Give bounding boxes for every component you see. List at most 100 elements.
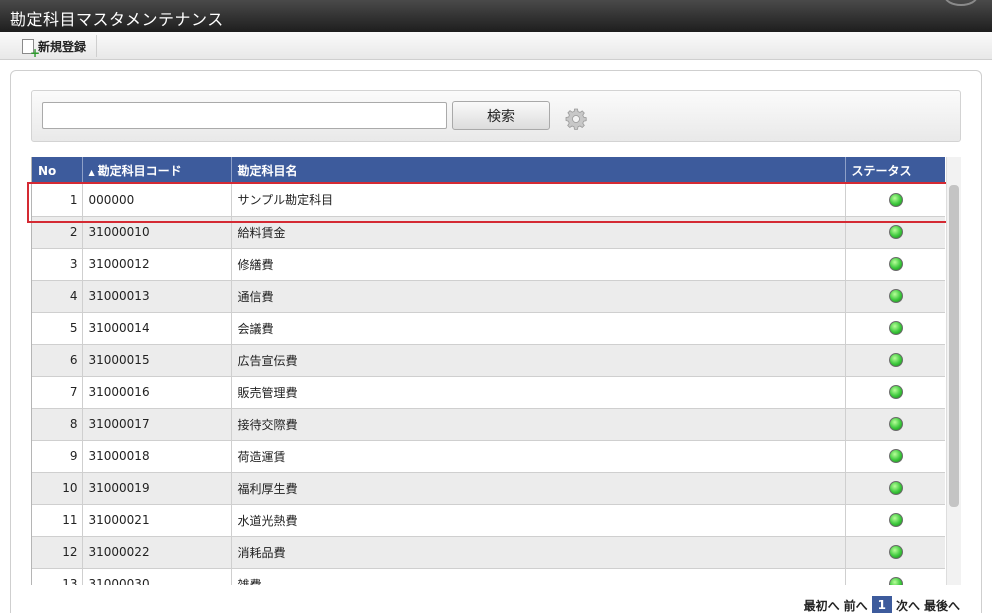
status-active-icon (888, 353, 903, 368)
row-status (845, 312, 945, 345)
column-header-no[interactable]: No (32, 157, 83, 184)
row-code: 31000010 (82, 216, 232, 249)
row-name: 水道光熱費 (231, 504, 846, 537)
row-status (845, 280, 945, 313)
new-registration-button[interactable]: 新規登録 (12, 35, 98, 59)
row-status (845, 216, 945, 249)
table-row[interactable]: 5 31000014 会議費 (32, 312, 945, 345)
row-code: 31000019 (82, 472, 232, 505)
row-code: 31000022 (82, 536, 232, 569)
row-name: 荷造運賃 (231, 440, 846, 473)
pagination: 最初へ 前へ 1 次へ 最後へ (804, 596, 960, 613)
row-code: 31000015 (82, 344, 232, 377)
row-name: 販売管理費 (231, 376, 846, 409)
status-active-icon (888, 577, 903, 585)
row-no: 12 (32, 536, 83, 569)
row-name: 消耗品費 (231, 536, 846, 569)
row-code: 31000030 (82, 568, 232, 585)
row-code: 31000021 (82, 504, 232, 537)
row-name: 修繕費 (231, 248, 846, 281)
row-no: 13 (32, 568, 83, 585)
row-no: 9 (32, 440, 83, 473)
row-no: 3 (32, 248, 83, 281)
row-status (845, 184, 945, 217)
title-bar: 勘定科目マスタメンテナンス (0, 0, 992, 32)
row-name: 通信費 (231, 280, 846, 313)
row-no: 5 (32, 312, 83, 345)
row-status (845, 408, 945, 441)
row-no: 8 (32, 408, 83, 441)
row-status (845, 568, 945, 585)
status-active-icon (888, 193, 903, 207)
table-row[interactable]: 12 31000022 消耗品費 (32, 536, 945, 569)
column-header-status[interactable]: ステータス (845, 157, 945, 184)
pager-current-page[interactable]: 1 (871, 596, 892, 613)
row-status (845, 472, 945, 505)
table-row[interactable]: 3 31000012 修繕費 (32, 248, 945, 281)
account-table-container: No ▲ 勘定科目コード 勘定科目名 ステータス 1 000000 サンプル勘定科目 2… (31, 157, 945, 585)
row-no: 2 (32, 216, 83, 249)
row-status (845, 376, 945, 409)
table-row[interactable]: 8 31000017 接待交際費 (32, 408, 945, 441)
search-input[interactable] (42, 102, 447, 129)
row-name: 福利厚生費 (231, 472, 846, 505)
column-header-code-label: 勘定科目コード (97, 164, 182, 178)
row-name: 給料賃金 (231, 216, 846, 249)
pager-next[interactable]: 次へ (896, 597, 920, 613)
row-no: 1 (32, 184, 83, 217)
row-code: 31000018 (82, 440, 232, 473)
table-row[interactable]: 6 31000015 広告宣伝費 (32, 344, 945, 377)
row-code: 000000 (82, 184, 232, 217)
table-row[interactable]: 1 000000 サンプル勘定科目 (32, 184, 945, 217)
row-no: 11 (32, 504, 83, 537)
toolbar: 新規登録 (0, 32, 992, 60)
row-name: 広告宣伝費 (231, 344, 846, 377)
status-active-icon (888, 513, 903, 528)
column-header-code[interactable]: ▲ 勘定科目コード (82, 157, 232, 184)
scrollbar-thumb[interactable] (949, 185, 959, 507)
row-status (845, 248, 945, 281)
table-row[interactable]: 4 31000013 通信費 (32, 280, 945, 313)
status-active-icon (888, 417, 903, 432)
pager-prev[interactable]: 前へ (844, 597, 868, 613)
row-name: 接待交際費 (231, 408, 846, 441)
row-code: 31000013 (82, 280, 232, 313)
table-row[interactable]: 11 31000021 水道光熱費 (32, 504, 945, 537)
search-button[interactable]: 検索 (452, 101, 550, 130)
row-status (845, 344, 945, 377)
gear-icon[interactable] (565, 108, 587, 130)
account-table: No ▲ 勘定科目コード 勘定科目名 ステータス 1 000000 サンプル勘定科目 2… (32, 157, 945, 585)
status-active-icon (888, 225, 903, 240)
row-no: 7 (32, 376, 83, 409)
pager-last[interactable]: 最後へ (924, 597, 960, 613)
table-row[interactable]: 13 31000030 雑費 (32, 568, 945, 585)
vertical-scrollbar[interactable] (946, 157, 961, 585)
row-name: 雑費 (231, 568, 846, 585)
column-header-name[interactable]: 勘定科目名 (231, 157, 846, 184)
status-active-icon (888, 385, 903, 400)
row-name: 会議費 (231, 312, 846, 345)
row-status (845, 504, 945, 537)
new-registration-label: 新規登録 (38, 39, 87, 54)
sort-ascending-icon: ▲ (88, 168, 95, 177)
status-active-icon (888, 545, 903, 560)
row-no: 4 (32, 280, 83, 313)
row-code: 31000014 (82, 312, 232, 345)
row-code: 31000017 (82, 408, 232, 441)
table-header-row: No ▲ 勘定科目コード 勘定科目名 ステータス (32, 157, 945, 184)
row-status (845, 536, 945, 569)
page-title: 勘定科目マスタメンテナンス (10, 10, 224, 29)
window-corner-decoration (944, 0, 978, 6)
table-row[interactable]: 2 31000010 給料賃金 (32, 216, 945, 249)
status-active-icon (888, 321, 903, 336)
table-row[interactable]: 7 31000016 販売管理費 (32, 376, 945, 409)
table-row[interactable]: 10 31000019 福利厚生費 (32, 472, 945, 505)
status-active-icon (888, 289, 903, 304)
new-document-icon (22, 38, 40, 59)
table-row[interactable]: 9 31000018 荷造運賃 (32, 440, 945, 473)
pager-first[interactable]: 最初へ (804, 597, 840, 613)
row-name: サンプル勘定科目 (231, 184, 846, 217)
row-no: 10 (32, 472, 83, 505)
status-active-icon (888, 257, 903, 272)
row-status (845, 440, 945, 473)
